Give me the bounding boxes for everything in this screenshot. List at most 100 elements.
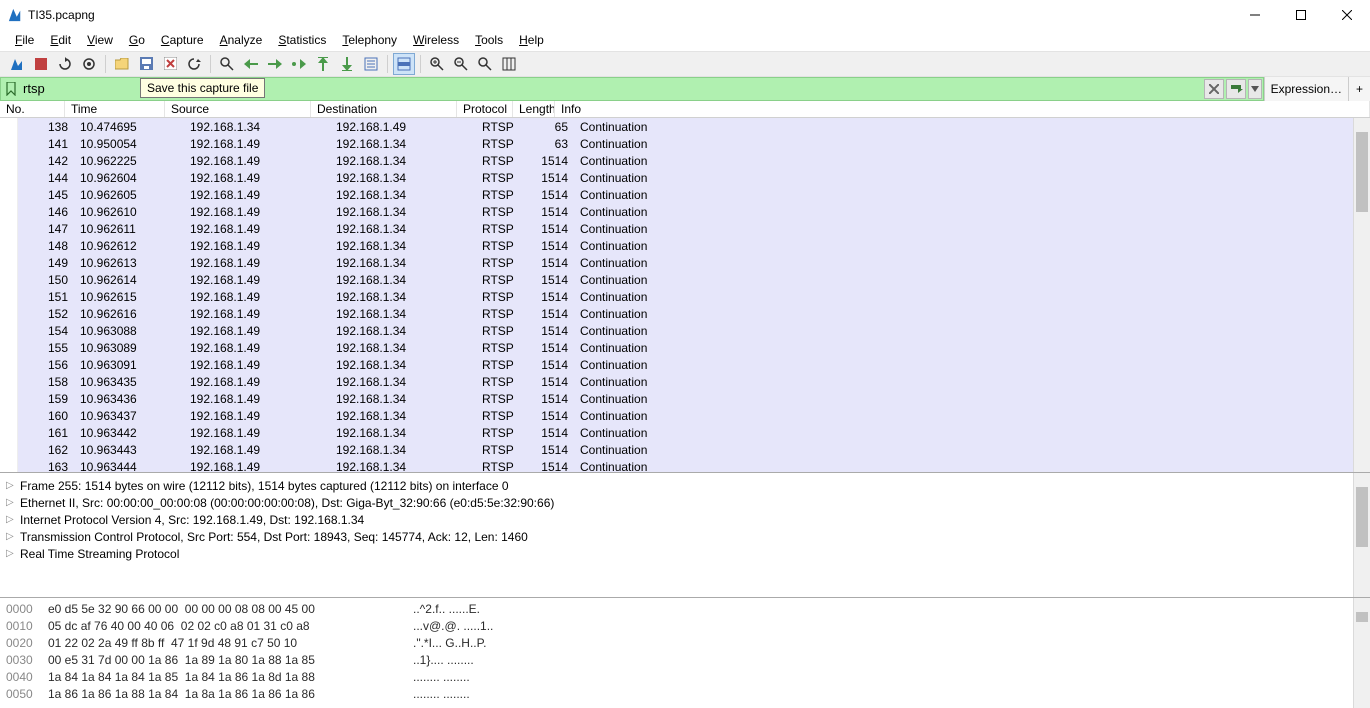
save-file-button[interactable] <box>135 53 157 75</box>
packet-row[interactable]: 13810.474695192.168.1.34192.168.1.49RTSP… <box>18 118 1353 135</box>
hex-dump[interactable]: 0000e0 d5 5e 32 90 66 00 00 00 00 00 08 … <box>0 598 1353 708</box>
packet-row[interactable]: 15510.963089192.168.1.49192.168.1.34RTSP… <box>18 339 1353 356</box>
close-button[interactable] <box>1324 0 1370 30</box>
colorize-button[interactable] <box>393 53 415 75</box>
col-length[interactable]: Length <box>513 101 555 118</box>
packet-row[interactable]: 14410.962604192.168.1.49192.168.1.34RTSP… <box>18 169 1353 186</box>
hex-line[interactable]: 00401a 84 1a 84 1a 84 1a 85 1a 84 1a 86 … <box>6 670 1347 687</box>
capture-options-button[interactable] <box>78 53 100 75</box>
tooltip: Save this capture file <box>140 78 265 98</box>
menubar: FileEditViewGoCaptureAnalyzeStatisticsTe… <box>0 30 1370 51</box>
minimize-button[interactable] <box>1232 0 1278 30</box>
hex-line[interactable]: 003000 e5 31 7d 00 00 1a 86 1a 89 1a 80 … <box>6 653 1347 670</box>
detail-item[interactable]: ▷Internet Protocol Version 4, Src: 192.1… <box>6 511 1347 528</box>
close-file-button[interactable] <box>159 53 181 75</box>
menu-file[interactable]: File <box>8 31 41 49</box>
menu-analyze[interactable]: Analyze <box>213 31 270 49</box>
col-source[interactable]: Source <box>165 101 311 118</box>
packet-details-pane: ▷Frame 255: 1514 bytes on wire (12112 bi… <box>0 473 1370 598</box>
hex-line[interactable]: 001005 dc af 76 40 00 40 06 02 02 c0 a8 … <box>6 619 1347 636</box>
menu-tools[interactable]: Tools <box>468 31 510 49</box>
packet-row[interactable]: 16210.963443192.168.1.49192.168.1.34RTSP… <box>18 441 1353 458</box>
menu-go[interactable]: Go <box>122 31 152 49</box>
hex-scrollbar[interactable] <box>1353 598 1370 708</box>
detail-item[interactable]: ▷Transmission Control Protocol, Src Port… <box>6 528 1347 545</box>
packet-list[interactable]: 13810.474695192.168.1.34192.168.1.49RTSP… <box>18 118 1353 472</box>
packet-list-scrollbar[interactable] <box>1353 118 1370 472</box>
go-last-button[interactable] <box>336 53 358 75</box>
apply-filter-button[interactable] <box>1226 79 1246 99</box>
menu-view[interactable]: View <box>80 31 120 49</box>
resize-columns-button[interactable] <box>498 53 520 75</box>
packet-row[interactable]: 15610.963091192.168.1.49192.168.1.34RTSP… <box>18 356 1353 373</box>
packet-bytes-pane: 0000e0 d5 5e 32 90 66 00 00 00 00 00 08 … <box>0 598 1370 708</box>
stop-capture-button[interactable] <box>30 53 52 75</box>
col-no[interactable]: No. <box>0 101 65 118</box>
clear-filter-button[interactable] <box>1204 79 1224 99</box>
expand-caret-icon[interactable]: ▷ <box>6 497 16 508</box>
start-capture-button[interactable] <box>6 53 28 75</box>
toolbar: Save this capture file <box>0 51 1370 77</box>
col-destination[interactable]: Destination <box>311 101 457 118</box>
packet-row[interactable]: 15810.963435192.168.1.49192.168.1.34RTSP… <box>18 373 1353 390</box>
detail-item[interactable]: ▷Ethernet II, Src: 00:00:00_00:00:08 (00… <box>6 494 1347 511</box>
menu-statistics[interactable]: Statistics <box>271 31 333 49</box>
packet-row[interactable]: 16310.963444192.168.1.49192.168.1.34RTSP… <box>18 458 1353 472</box>
col-time[interactable]: Time <box>65 101 165 118</box>
packet-row[interactable]: 14610.962610192.168.1.49192.168.1.34RTSP… <box>18 203 1353 220</box>
packet-row[interactable]: 14910.962613192.168.1.49192.168.1.34RTSP… <box>18 254 1353 271</box>
packet-row[interactable]: 15110.962615192.168.1.49192.168.1.34RTSP… <box>18 288 1353 305</box>
filter-history-button[interactable] <box>1248 79 1262 99</box>
packet-row[interactable]: 15010.962614192.168.1.49192.168.1.34RTSP… <box>18 271 1353 288</box>
packet-row[interactable]: 14710.962611192.168.1.49192.168.1.34RTSP… <box>18 220 1353 237</box>
go-forward-button[interactable] <box>264 53 286 75</box>
find-packet-button[interactable] <box>216 53 238 75</box>
packet-list-header: No. Time Source Destination Protocol Len… <box>0 101 1370 119</box>
packet-row[interactable]: 16110.963442192.168.1.49192.168.1.34RTSP… <box>18 424 1353 441</box>
reload-button[interactable] <box>183 53 205 75</box>
packet-row[interactable]: 14510.962605192.168.1.49192.168.1.34RTSP… <box>18 186 1353 203</box>
packet-row[interactable]: 14110.950054192.168.1.49192.168.1.34RTSP… <box>18 135 1353 152</box>
app-icon <box>8 8 22 22</box>
menu-telephony[interactable]: Telephony <box>335 31 404 49</box>
titlebar: TI35.pcapng <box>0 0 1370 30</box>
detail-item[interactable]: ▷Frame 255: 1514 bytes on wire (12112 bi… <box>6 477 1347 494</box>
col-info[interactable]: Info <box>555 101 1370 118</box>
maximize-button[interactable] <box>1278 0 1324 30</box>
detail-item[interactable]: ▷Real Time Streaming Protocol <box>6 545 1347 562</box>
hex-line[interactable]: 00501a 86 1a 86 1a 88 1a 84 1a 8a 1a 86 … <box>6 687 1347 704</box>
go-to-packet-button[interactable] <box>288 53 310 75</box>
menu-wireless[interactable]: Wireless <box>406 31 466 49</box>
menu-help[interactable]: Help <box>512 31 551 49</box>
restart-capture-button[interactable] <box>54 53 76 75</box>
packet-row[interactable]: 14810.962612192.168.1.49192.168.1.34RTSP… <box>18 237 1353 254</box>
packet-details-tree[interactable]: ▷Frame 255: 1514 bytes on wire (12112 bi… <box>0 473 1353 597</box>
packet-row[interactable]: 15410.963088192.168.1.49192.168.1.34RTSP… <box>18 322 1353 339</box>
zoom-reset-button[interactable] <box>474 53 496 75</box>
go-back-button[interactable] <box>240 53 262 75</box>
packet-gutter <box>0 118 18 472</box>
packet-row[interactable]: 16010.963437192.168.1.49192.168.1.34RTSP… <box>18 407 1353 424</box>
expand-caret-icon[interactable]: ▷ <box>6 548 16 559</box>
add-filter-button[interactable]: + <box>1348 77 1370 101</box>
hex-line[interactable]: 002001 22 02 2a 49 ff 8b ff 47 1f 9d 48 … <box>6 636 1347 653</box>
details-scrollbar[interactable] <box>1353 473 1370 597</box>
bookmark-icon[interactable] <box>1 82 21 96</box>
zoom-in-button[interactable] <box>426 53 448 75</box>
window-title: TI35.pcapng <box>28 8 95 22</box>
open-file-button[interactable] <box>111 53 133 75</box>
expand-caret-icon[interactable]: ▷ <box>6 480 16 491</box>
expand-caret-icon[interactable]: ▷ <box>6 514 16 525</box>
expand-caret-icon[interactable]: ▷ <box>6 531 16 542</box>
packet-row[interactable]: 15910.963436192.168.1.49192.168.1.34RTSP… <box>18 390 1353 407</box>
zoom-out-button[interactable] <box>450 53 472 75</box>
menu-edit[interactable]: Edit <box>43 31 78 49</box>
packet-row[interactable]: 15210.962616192.168.1.49192.168.1.34RTSP… <box>18 305 1353 322</box>
go-first-button[interactable] <box>312 53 334 75</box>
packet-row[interactable]: 14210.962225192.168.1.49192.168.1.34RTSP… <box>18 152 1353 169</box>
col-protocol[interactable]: Protocol <box>457 101 513 118</box>
hex-line[interactable]: 0000e0 d5 5e 32 90 66 00 00 00 00 00 08 … <box>6 602 1347 619</box>
menu-capture[interactable]: Capture <box>154 31 211 49</box>
autoscroll-button[interactable] <box>360 53 382 75</box>
expression-button[interactable]: Expression… <box>1264 77 1348 101</box>
